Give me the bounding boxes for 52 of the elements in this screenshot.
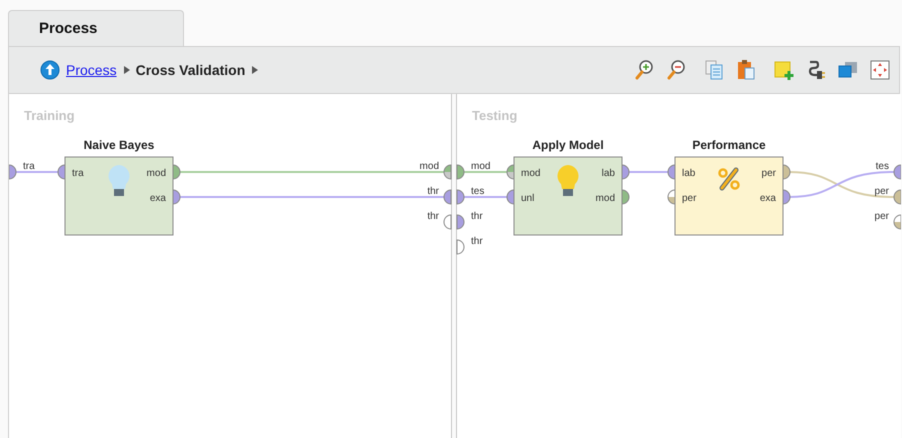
connection-line [464, 171, 507, 173]
port-label: mod [146, 168, 166, 179]
paste-icon[interactable] [735, 58, 757, 81]
fit-to-view-icon[interactable] [869, 58, 891, 81]
port-label: mod [521, 168, 540, 179]
operator-block[interactable] [674, 156, 784, 236]
port-label: mod [596, 193, 615, 204]
port-label: unl [521, 193, 534, 204]
port-label: exa [150, 193, 166, 204]
caret-icon[interactable] [251, 64, 260, 75]
port-connector[interactable] [894, 214, 901, 230]
caret-icon [122, 64, 131, 75]
port-label: thr [471, 236, 483, 247]
lightbulb-icon [558, 165, 578, 196]
port-label: thr [471, 211, 483, 222]
process-tab[interactable]: Process [8, 10, 184, 46]
port-label: mod [471, 161, 490, 172]
panel-title: Testing [472, 108, 518, 123]
connection-line [464, 196, 507, 198]
percent-icon [718, 168, 740, 190]
port-label: thr [427, 186, 439, 197]
port-label: tra [23, 161, 35, 172]
lightbulb-icon [108, 165, 130, 196]
port-label: per [874, 211, 889, 222]
operator-title: Apply Model [532, 138, 604, 152]
port-label: thr [427, 211, 439, 222]
panel-title: Training [24, 108, 75, 123]
note-add-icon[interactable] [773, 58, 795, 81]
operator-block[interactable] [64, 156, 174, 236]
port-label: tes [471, 186, 484, 197]
breadcrumb-current: Cross Validation [136, 62, 246, 78]
zoom-in-icon[interactable] [633, 58, 655, 81]
port-connector[interactable] [506, 164, 514, 180]
operator-block[interactable] [514, 156, 622, 236]
zoom-out-icon[interactable] [665, 58, 687, 81]
connection-line [628, 171, 668, 173]
process-link[interactable]: Process [66, 62, 117, 78]
connection-line [16, 171, 58, 173]
port-connector[interactable] [668, 190, 676, 204]
port-label: lab [602, 168, 615, 179]
operator-title: Naive Bayes [84, 138, 154, 152]
operator-title: Performance [692, 138, 766, 152]
port-connector[interactable] [444, 164, 452, 180]
port-label: per [762, 168, 776, 179]
port-label: exa [760, 193, 776, 204]
port-label: per [682, 193, 696, 204]
port-label: mod [420, 161, 439, 172]
port-label: tra [72, 168, 84, 179]
port-label: lab [682, 168, 696, 179]
port-label: per [874, 186, 889, 197]
port-label: tes [876, 161, 889, 172]
copy-icon[interactable] [703, 58, 725, 81]
